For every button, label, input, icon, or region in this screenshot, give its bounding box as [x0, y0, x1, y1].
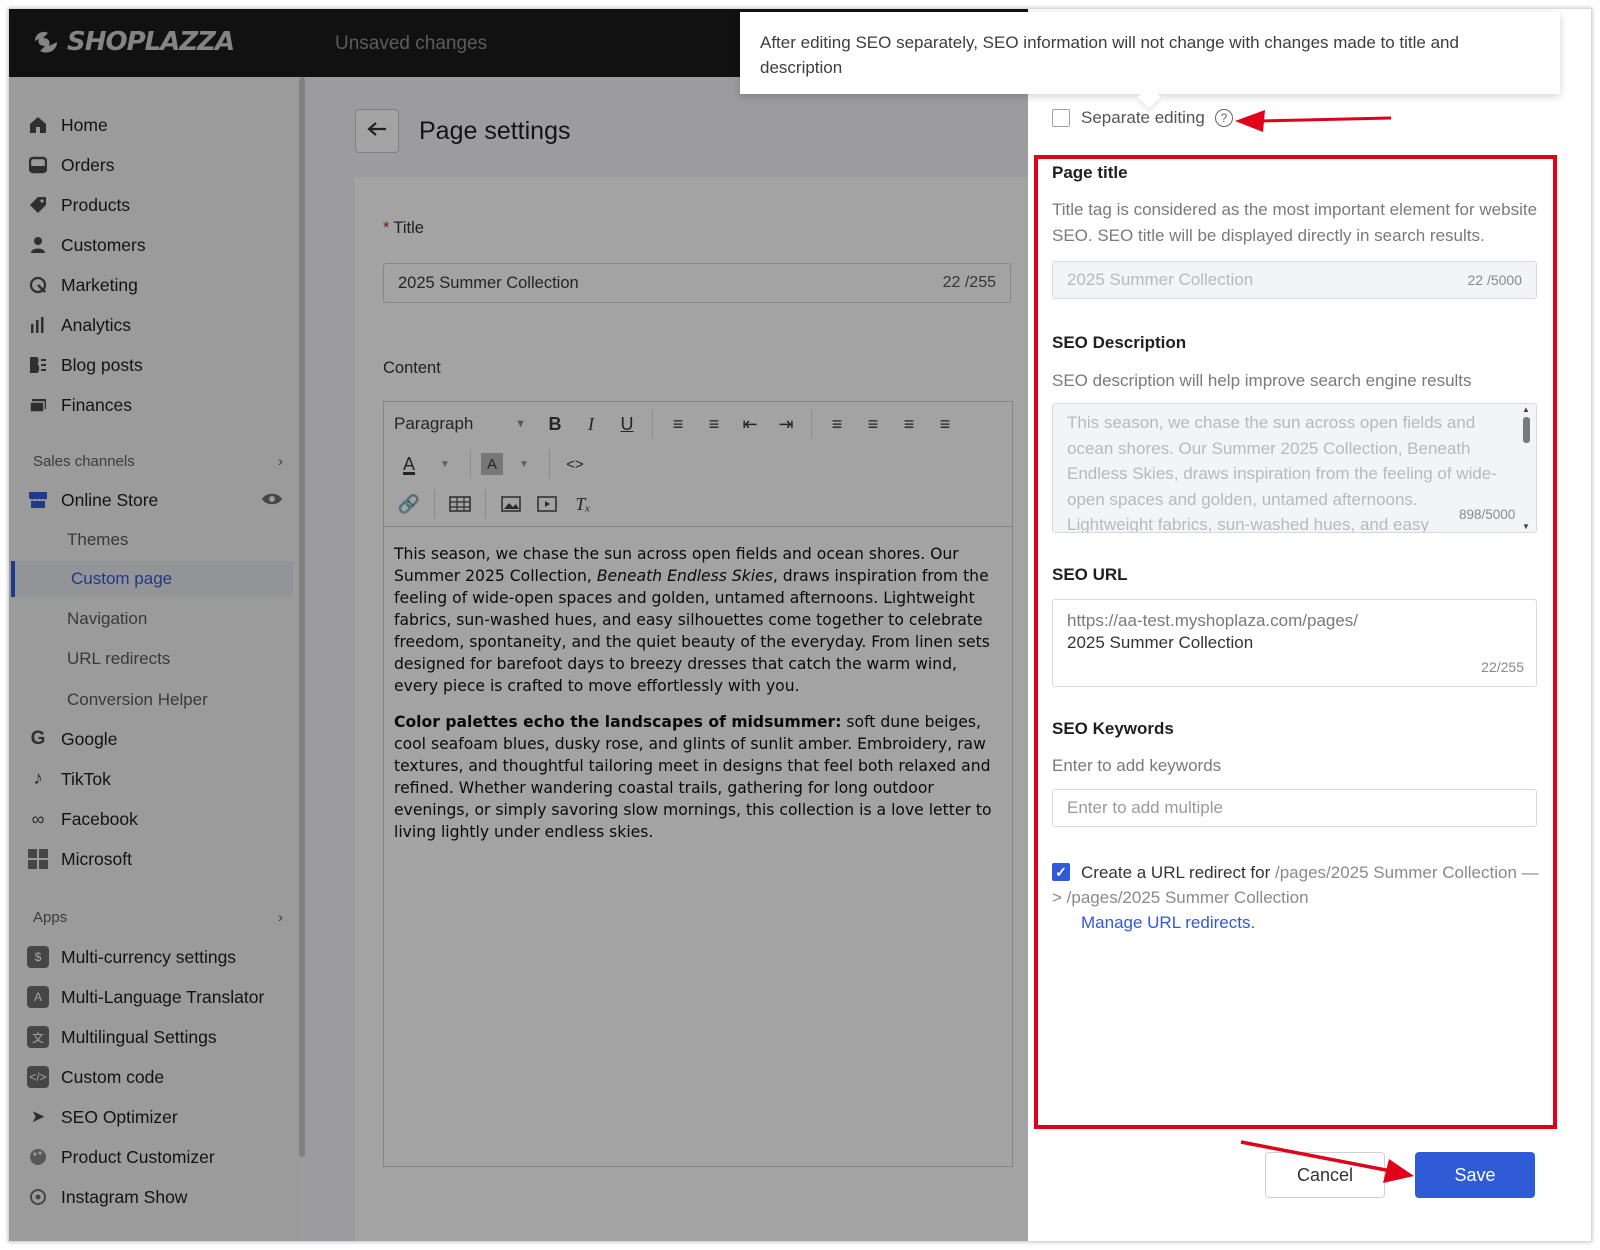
seo-page-title-input[interactable]: 2025 Summer Collection 22 /5000	[1052, 261, 1537, 299]
seo-keywords-help: Enter to add keywords	[1052, 756, 1222, 775]
seo-page-title-count: 22 /5000	[1467, 272, 1523, 288]
seo-url-value: 2025 Summer Collection	[1067, 633, 1254, 652]
separate-editing-tooltip: After editing SEO separately, SEO inform…	[740, 12, 1560, 94]
create-redirect-label: Create a URL redirect for /pages/2025 Su…	[1052, 860, 1542, 885]
modal-backdrop[interactable]	[9, 9, 1028, 1241]
cancel-button[interactable]: Cancel	[1265, 1152, 1385, 1198]
seo-description-count: 898/5000	[1459, 507, 1516, 522]
page-title-description: Title tag is considered as the most impo…	[1052, 200, 1538, 245]
seo-description-value: This season, we chase the sun across ope…	[1067, 413, 1497, 533]
seo-url-count: 22/255	[1481, 659, 1524, 675]
textarea-scrollbar[interactable]: ▲ ▼	[1518, 405, 1534, 531]
scroll-thumb[interactable]	[1522, 417, 1530, 443]
seo-keywords-heading: SEO Keywords	[1052, 719, 1174, 738]
app-window: SHOPLAZZA Unsaved changes Home Orders Pr…	[8, 8, 1592, 1242]
seo-url-prefix: https://aa-test.myshoplaza.com/pages/	[1067, 611, 1359, 630]
seo-keywords-input[interactable]: Enter to add multiple	[1052, 789, 1537, 827]
manage-url-redirects-link[interactable]: Manage URL redirects.	[1081, 910, 1255, 935]
separate-editing-label: Separate editing	[1081, 108, 1205, 127]
help-icon[interactable]: ?	[1215, 109, 1233, 127]
separate-editing-checkbox[interactable]	[1052, 109, 1070, 127]
save-button[interactable]: Save	[1415, 1152, 1535, 1198]
page-title-heading: Page title	[1052, 163, 1128, 182]
seo-description-help: SEO description will help improve search…	[1052, 371, 1472, 390]
scroll-up-icon[interactable]: ▲	[1518, 405, 1534, 414]
redirect-text: Create a URL redirect for	[1081, 863, 1275, 882]
seo-description-heading: SEO Description	[1052, 333, 1187, 352]
scroll-down-icon[interactable]: ▼	[1518, 522, 1534, 531]
redirect-to-path: > /pages/2025 Summer Collection	[1052, 888, 1309, 907]
seo-url-heading: SEO URL	[1052, 565, 1128, 584]
seo-page-title-value: 2025 Summer Collection	[1067, 270, 1254, 289]
redirect-from-path: /pages/2025 Summer Collection —	[1275, 863, 1539, 882]
seo-url-input[interactable]: https://aa-test.myshoplaza.com/pages/ 20…	[1052, 599, 1537, 687]
